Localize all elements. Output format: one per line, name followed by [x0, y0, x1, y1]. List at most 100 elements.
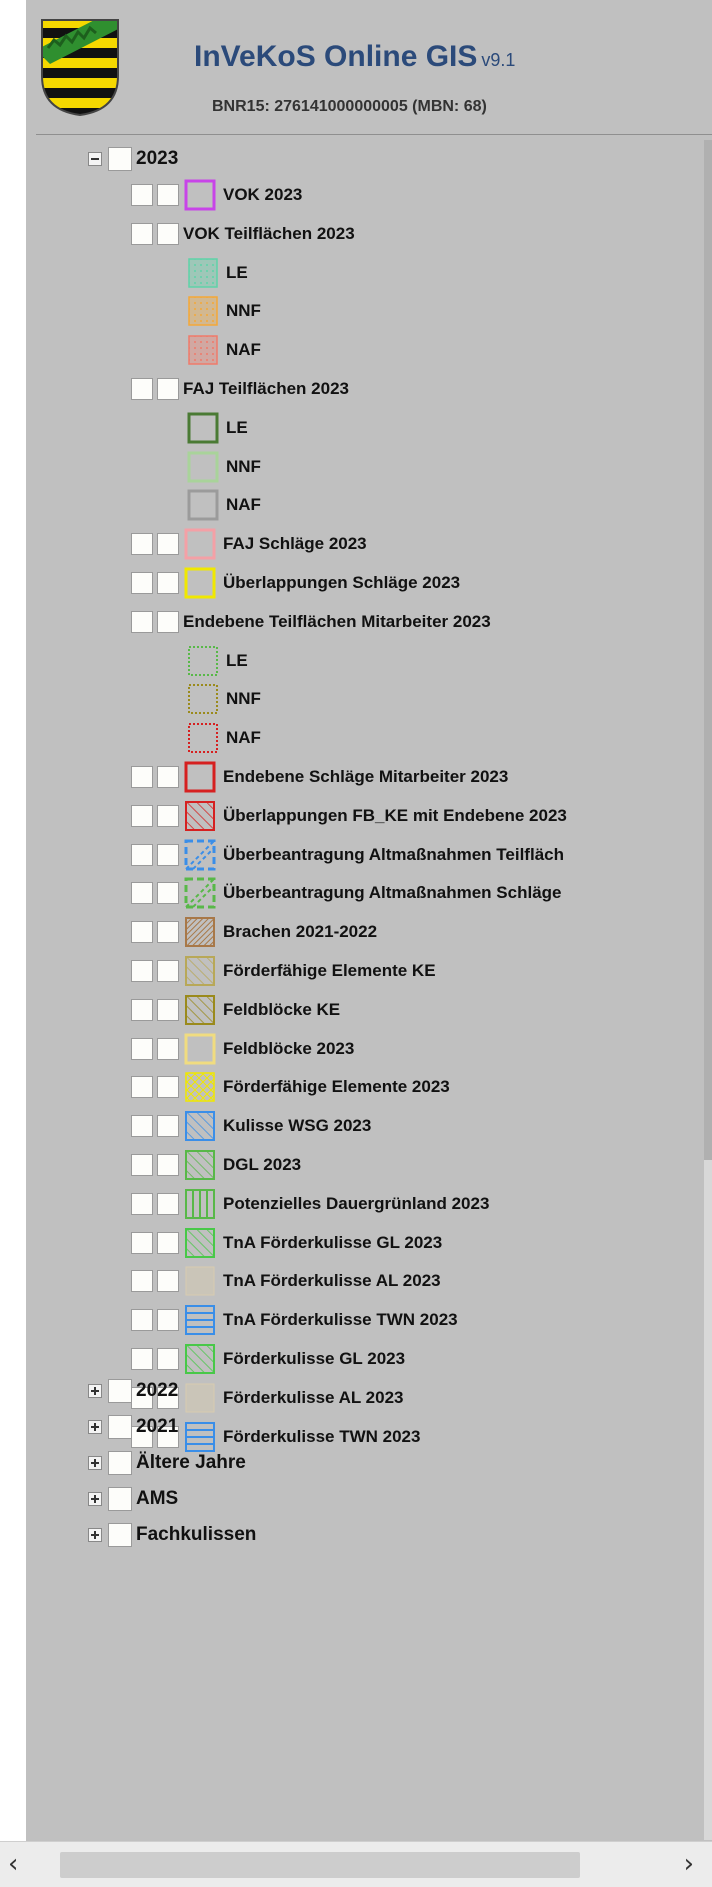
group-checkbox[interactable] — [108, 1487, 132, 1511]
legend-sub-item[interactable]: NAF — [186, 719, 261, 757]
layer-visibility-checkbox[interactable] — [131, 184, 153, 206]
legend-sub-item[interactable]: NNF — [186, 680, 261, 718]
layer-visibility-checkbox[interactable] — [131, 533, 153, 556]
layer-label: Förderkulisse GL 2023 — [223, 1349, 406, 1368]
vertical-scrollbar[interactable] — [704, 140, 712, 1840]
scroll-left-arrow-icon[interactable]: ‹ — [8, 1850, 18, 1878]
layer-select-checkbox[interactable] — [157, 610, 179, 633]
group-checkbox[interactable] — [108, 147, 132, 171]
layer-visibility-checkbox[interactable] — [131, 998, 153, 1021]
layer-visibility-checkbox[interactable] — [131, 960, 153, 982]
layer-visibility-checkbox[interactable] — [131, 766, 153, 788]
layer-item[interactable]: FAJ Schläge 2023 — [131, 525, 367, 563]
expand-icon[interactable] — [88, 1420, 102, 1434]
legend-sub-item[interactable]: NNF — [186, 292, 261, 330]
layer-select-checkbox[interactable] — [157, 804, 179, 827]
group-checkbox[interactable] — [108, 1523, 132, 1547]
expand-icon[interactable] — [88, 1492, 102, 1506]
layer-visibility-checkbox[interactable] — [131, 921, 153, 944]
layer-select-checkbox[interactable] — [157, 533, 179, 556]
layer-item[interactable]: Potenzielles Dauergrünland 2023 — [131, 1185, 489, 1223]
legend-sub-item[interactable]: NAF — [186, 331, 261, 369]
layer-select-checkbox[interactable] — [157, 1037, 179, 1060]
layer-item[interactable]: TnA Förderkulisse TWN 2023 — [131, 1301, 458, 1339]
layer-visibility-checkbox[interactable] — [131, 1037, 153, 1060]
tree-group-collapsed-0[interactable]: 2022 — [88, 1372, 178, 1410]
layer-visibility-checkbox[interactable] — [131, 1076, 153, 1099]
layer-visibility-checkbox[interactable] — [131, 1270, 153, 1293]
layer-visibility-checkbox[interactable] — [131, 572, 153, 594]
layer-item[interactable]: Förderfähige Elemente KE — [131, 952, 436, 990]
layer-item[interactable]: Überbeantragung Altmaßnahmen Teilfläch — [131, 836, 564, 874]
layer-visibility-checkbox[interactable] — [131, 843, 153, 866]
group-checkbox[interactable] — [108, 1379, 132, 1403]
tree-group-collapsed-3[interactable]: AMS — [88, 1480, 178, 1518]
expand-icon[interactable] — [88, 1528, 102, 1542]
layer-select-checkbox[interactable] — [157, 1231, 179, 1254]
layer-group-item[interactable]: FAJ Teilflächen 2023 — [131, 370, 349, 408]
layer-select-checkbox[interactable] — [157, 843, 179, 866]
layer-visibility-checkbox[interactable] — [131, 1192, 153, 1215]
layer-item[interactable]: Überlappungen Schläge 2023 — [131, 564, 460, 602]
layer-visibility-checkbox[interactable] — [131, 1309, 153, 1332]
tree-group-collapsed-2[interactable]: Ältere Jahre — [88, 1444, 246, 1482]
layer-visibility-checkbox[interactable] — [131, 378, 153, 400]
layer-select-checkbox[interactable] — [157, 1076, 179, 1099]
layer-item[interactable]: Überlappungen FB_KE mit Endebene 2023 — [131, 797, 567, 835]
layer-item[interactable]: Kulisse WSG 2023 — [131, 1107, 371, 1145]
layer-select-checkbox[interactable] — [157, 998, 179, 1021]
legend-sub-item[interactable]: LE — [186, 254, 248, 292]
scroll-right-arrow-icon[interactable]: › — [684, 1850, 694, 1878]
layer-item[interactable]: Überbeantragung Altmaßnahmen Schläge — [131, 874, 561, 912]
layer-select-checkbox[interactable] — [157, 766, 179, 788]
layer-visibility-checkbox[interactable] — [131, 1231, 153, 1254]
group-checkbox[interactable] — [108, 1451, 132, 1475]
expand-icon[interactable] — [88, 1456, 102, 1470]
layer-visibility-checkbox[interactable] — [131, 610, 153, 633]
tree-group-collapsed-4[interactable]: Fachkulissen — [88, 1516, 256, 1554]
layer-select-checkbox[interactable] — [157, 1192, 179, 1215]
layer-item[interactable]: TnA Förderkulisse AL 2023 — [131, 1262, 441, 1300]
layer-select-checkbox[interactable] — [157, 1154, 179, 1176]
layer-item[interactable]: Endebene Schläge Mitarbeiter 2023 — [131, 758, 508, 796]
layer-item[interactable]: TnA Förderkulisse GL 2023 — [131, 1224, 442, 1262]
vertical-scrollbar-thumb[interactable] — [704, 140, 712, 1160]
layer-select-checkbox[interactable] — [157, 1348, 179, 1370]
legend-sub-item[interactable]: NAF — [186, 486, 261, 524]
layer-select-checkbox[interactable] — [157, 378, 179, 400]
layer-visibility-checkbox[interactable] — [131, 882, 153, 905]
layer-item[interactable]: DGL 2023 — [131, 1146, 301, 1184]
layer-item[interactable]: VOK 2023 — [131, 176, 302, 214]
tree-group-2023[interactable]: 2023 — [88, 140, 178, 178]
layer-select-checkbox[interactable] — [157, 1270, 179, 1293]
layer-label: Feldblöcke KE — [223, 999, 341, 1019]
layer-item[interactable]: Feldblöcke 2023 — [131, 1030, 354, 1068]
layer-visibility-checkbox[interactable] — [131, 222, 153, 245]
layer-item[interactable]: Brachen 2021-2022 — [131, 913, 377, 951]
layer-select-checkbox[interactable] — [157, 572, 179, 594]
layer-select-checkbox[interactable] — [157, 222, 179, 245]
layer-visibility-checkbox[interactable] — [131, 1348, 153, 1370]
layer-visibility-checkbox[interactable] — [131, 1115, 153, 1138]
layer-select-checkbox[interactable] — [157, 1115, 179, 1138]
horizontal-scrollbar-thumb[interactable] — [60, 1852, 580, 1878]
group-checkbox[interactable] — [108, 1415, 132, 1439]
layer-select-checkbox[interactable] — [157, 960, 179, 982]
legend-sub-item[interactable]: LE — [186, 642, 248, 680]
horizontal-scrollbar[interactable]: ‹ › — [0, 1841, 712, 1887]
legend-sub-item[interactable]: NNF — [186, 448, 261, 486]
layer-select-checkbox[interactable] — [157, 1309, 179, 1332]
layer-select-checkbox[interactable] — [157, 184, 179, 206]
layer-item[interactable]: Förderfähige Elemente 2023 — [131, 1068, 450, 1106]
layer-group-item[interactable]: VOK Teilflächen 2023 — [131, 215, 355, 253]
expand-icon[interactable] — [88, 1384, 102, 1398]
legend-sub-item[interactable]: LE — [186, 409, 248, 447]
layer-select-checkbox[interactable] — [157, 921, 179, 944]
tree-group-collapsed-1[interactable]: 2021 — [88, 1408, 178, 1446]
layer-item[interactable]: Feldblöcke KE — [131, 991, 340, 1029]
layer-group-item[interactable]: Endebene Teilflächen Mitarbeiter 2023 — [131, 603, 491, 641]
collapse-icon[interactable] — [88, 152, 102, 166]
layer-visibility-checkbox[interactable] — [131, 804, 153, 827]
layer-visibility-checkbox[interactable] — [131, 1154, 153, 1176]
layer-select-checkbox[interactable] — [157, 882, 179, 905]
